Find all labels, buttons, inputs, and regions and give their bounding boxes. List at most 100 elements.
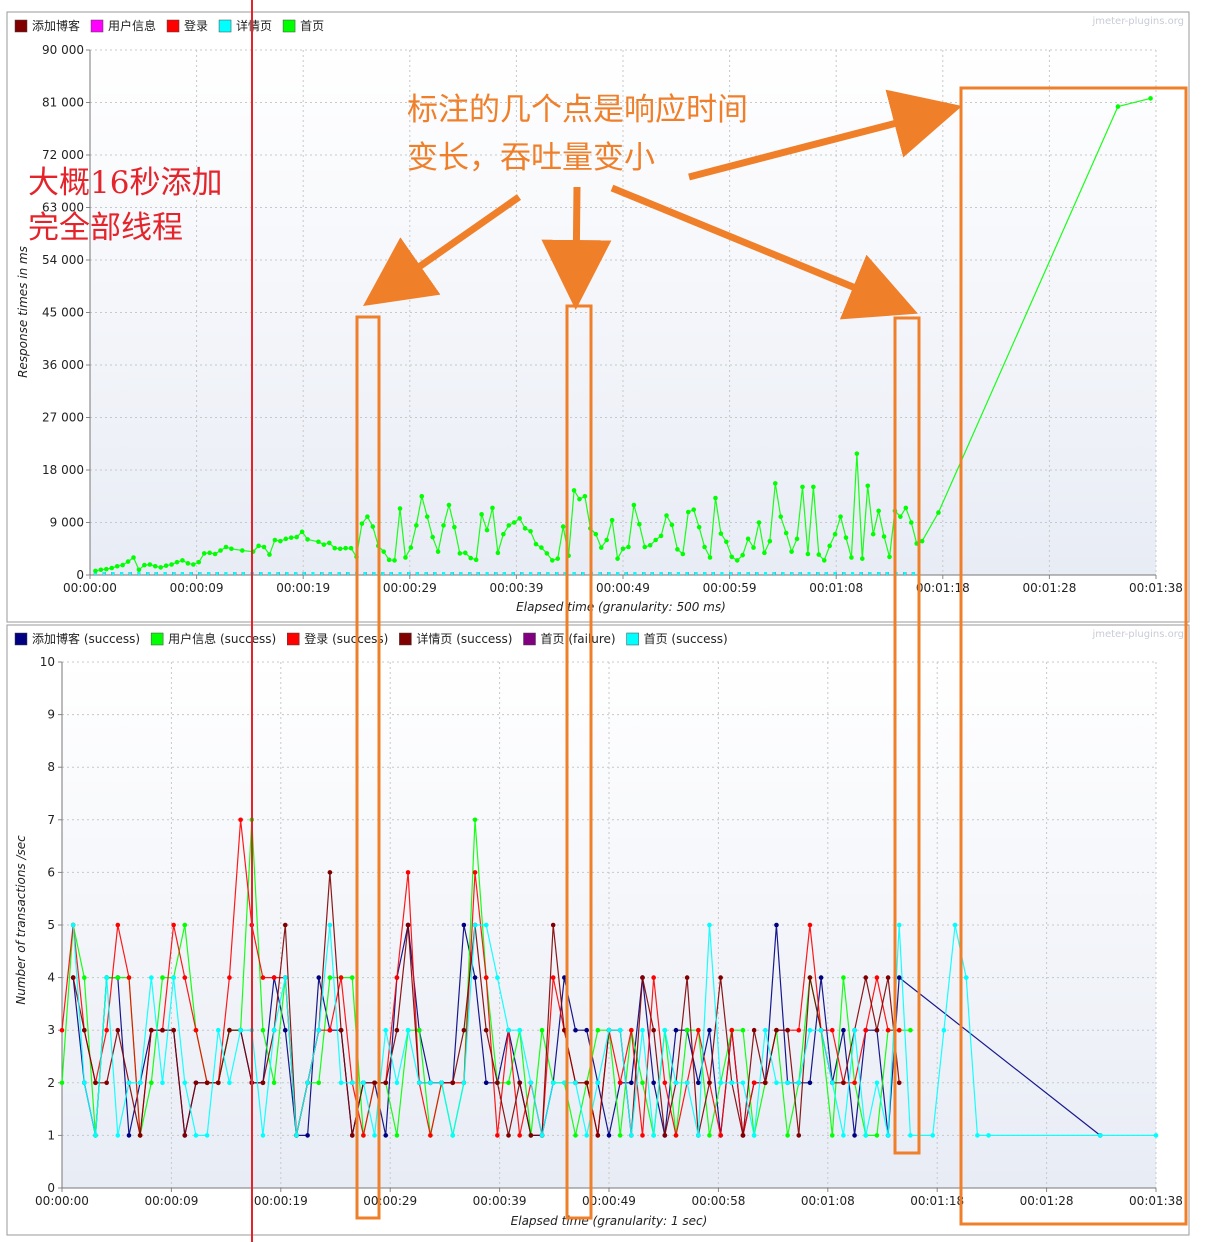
data-point <box>640 1027 645 1033</box>
data-point <box>349 1080 355 1086</box>
data-point <box>338 975 344 980</box>
baseline-marker <box>546 572 550 575</box>
data-point <box>182 1080 188 1086</box>
data-point <box>327 975 333 980</box>
y-tick-label: 18 000 <box>42 463 84 477</box>
y-tick-label: 9 000 <box>50 516 84 530</box>
data-point <box>327 1027 333 1033</box>
legend-entry-label: 首页 (failure) <box>541 632 616 646</box>
data-point <box>573 1080 578 1086</box>
data-point <box>818 975 824 980</box>
data-point <box>450 1133 456 1138</box>
data-point <box>115 975 121 980</box>
data-point <box>807 922 813 928</box>
baseline-marker <box>842 572 846 575</box>
baseline-marker <box>703 572 707 575</box>
data-point <box>282 975 288 980</box>
baseline-marker <box>833 572 837 575</box>
data-point <box>142 562 147 568</box>
data-point <box>104 566 109 572</box>
data-point <box>544 551 550 556</box>
data-point <box>751 545 756 550</box>
y-tick-label: 10 <box>40 655 55 669</box>
legend-swatch <box>150 632 164 646</box>
baseline-marker <box>363 572 367 575</box>
data-point <box>93 1133 98 1138</box>
data-point <box>785 1133 790 1138</box>
data-point <box>606 1027 612 1033</box>
data-point <box>874 1027 880 1033</box>
data-point <box>841 975 846 980</box>
data-point <box>673 1080 679 1086</box>
data-point <box>550 922 556 928</box>
data-point <box>472 922 478 928</box>
data-point <box>171 1027 176 1033</box>
y-tick-label: 1 <box>47 1128 55 1142</box>
data-point <box>171 975 176 980</box>
baseline-marker <box>198 572 202 575</box>
data-point <box>416 1080 422 1086</box>
data-point <box>673 1027 679 1033</box>
data-point <box>729 1027 735 1033</box>
data-point <box>126 975 132 980</box>
data-point <box>794 536 800 542</box>
baseline-marker <box>224 572 228 575</box>
data-point <box>785 1080 790 1086</box>
data-point <box>182 975 188 980</box>
data-point <box>807 1027 813 1033</box>
data-point <box>125 559 131 564</box>
data-point <box>383 1027 389 1033</box>
data-point <box>506 523 512 528</box>
baseline-marker <box>520 572 524 575</box>
data-point <box>811 484 816 490</box>
data-point <box>849 555 854 560</box>
data-point <box>115 1027 121 1033</box>
baseline-marker <box>763 572 767 575</box>
data-point <box>212 551 218 557</box>
transactions-per-second-chart: jmeter-plugins.org 添加博客 (success) 用户信息 (s… <box>6 624 1190 1236</box>
baseline-marker <box>746 572 750 575</box>
data-point <box>338 1080 344 1086</box>
data-point <box>495 1080 500 1086</box>
data-point <box>896 1080 902 1086</box>
data-point <box>461 1027 467 1033</box>
data-point <box>215 1027 221 1033</box>
data-point <box>490 505 495 511</box>
data-point <box>282 922 288 928</box>
data-point <box>675 547 680 552</box>
baseline-marker <box>372 572 376 575</box>
baseline-marker <box>320 572 324 575</box>
data-point <box>852 1133 857 1138</box>
data-point <box>898 514 903 519</box>
data-point <box>271 1027 277 1033</box>
data-point <box>651 975 656 980</box>
baseline-marker <box>433 572 437 575</box>
data-point <box>863 975 869 980</box>
data-point <box>796 1027 802 1033</box>
data-point <box>126 1133 132 1138</box>
data-point <box>774 1027 779 1033</box>
data-point <box>215 1080 221 1086</box>
data-point <box>852 1080 857 1086</box>
data-point <box>450 1080 456 1086</box>
baseline-marker <box>163 572 167 575</box>
data-point <box>483 1027 489 1033</box>
data-point <box>424 514 430 519</box>
data-point <box>805 551 811 557</box>
data-point <box>185 561 191 566</box>
data-point <box>555 556 561 561</box>
data-point <box>511 520 517 525</box>
data-point <box>796 1080 802 1086</box>
baseline-marker <box>694 572 698 575</box>
legend-swatch <box>14 19 28 33</box>
data-point <box>577 496 582 502</box>
data-point <box>778 514 784 519</box>
data-point <box>896 975 902 980</box>
data-point <box>327 540 332 546</box>
baseline-marker <box>529 572 533 575</box>
data-point <box>751 1133 757 1138</box>
data-point <box>767 538 773 544</box>
data-point <box>479 512 484 517</box>
baseline-marker <box>772 572 776 575</box>
baseline-marker <box>102 572 106 575</box>
